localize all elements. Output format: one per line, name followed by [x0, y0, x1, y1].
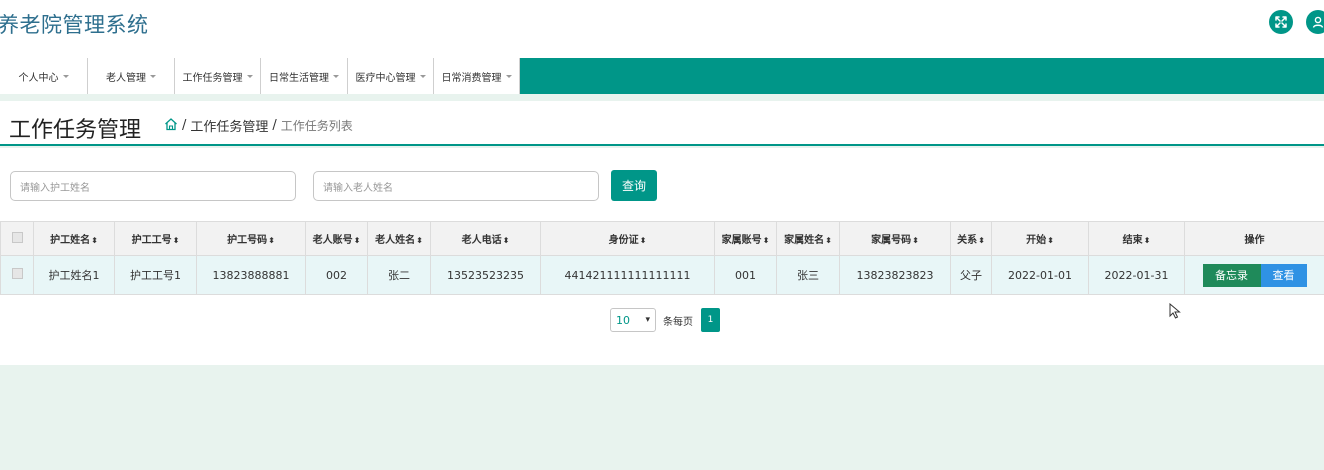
- nav-spacer: [0, 94, 1324, 101]
- column-header[interactable]: 护工工号⬍: [114, 221, 197, 256]
- chevron-down-icon: [333, 75, 339, 78]
- table-row[interactable]: 护工姓名1 护工工号1 13823888881 002 张二 135235232…: [0, 255, 1324, 295]
- user-icon[interactable]: [1306, 10, 1324, 34]
- nav-item-consumption[interactable]: 日常消费管理: [434, 58, 520, 94]
- app-title: 养老院管理系统: [0, 13, 149, 37]
- breadcrumb-separator: /: [182, 118, 187, 133]
- page-size-value: 10: [616, 313, 630, 327]
- column-header[interactable]: 老人账号⬍: [305, 221, 368, 256]
- breadcrumb-current: 工作任务列表: [280, 119, 353, 133]
- breadcrumb-section[interactable]: 工作任务管理: [190, 116, 268, 135]
- page-size-select[interactable]: 10 ▾: [610, 308, 656, 332]
- cell-family-phone: 13823823823: [839, 255, 951, 295]
- nurse-name-search-input[interactable]: 请输入护工姓名: [10, 171, 296, 201]
- column-header[interactable]: 家属账号⬍: [714, 221, 777, 256]
- column-header[interactable]: 开始⬍: [991, 221, 1089, 256]
- select-all-checkbox[interactable]: [0, 221, 34, 256]
- column-header[interactable]: 护工号码⬍: [196, 221, 306, 256]
- column-header[interactable]: 身份证⬍: [540, 221, 715, 256]
- nav-item-label: 日常消费管理: [441, 72, 502, 84]
- main-nav: 个人中心 老人管理 工作任务管理 日常生活管理 医疗中心管理 日常消费管理: [0, 58, 1324, 94]
- nav-item-personal-center[interactable]: 个人中心: [0, 58, 88, 94]
- nav-item-elder-management[interactable]: 老人管理: [88, 58, 175, 94]
- column-header[interactable]: 关系⬍: [950, 221, 992, 256]
- page-title: 工作任务管理: [9, 118, 142, 143]
- chevron-down-icon: [150, 75, 156, 78]
- cell-nurse-id: 护工工号1: [114, 255, 197, 295]
- app-header: 养老院管理系统: [0, 0, 1324, 58]
- task-table: 护工姓名⬍ 护工工号⬍ 护工号码⬍ 老人账号⬍ 老人姓名⬍ 老人电话⬍ 身份证⬍…: [0, 221, 1324, 295]
- page-header: 工作任务管理 / 工作任务管理 / 工作任务列表: [0, 101, 1324, 146]
- cell-family-account: 001: [714, 255, 777, 295]
- home-icon[interactable]: [164, 117, 178, 135]
- per-page-label: 条每页: [663, 316, 693, 328]
- nav-item-medical-center[interactable]: 医疗中心管理: [348, 58, 434, 94]
- nav-item-daily-life[interactable]: 日常生活管理: [261, 58, 348, 94]
- nav-item-label: 医疗中心管理: [355, 72, 416, 84]
- column-header[interactable]: 家属号码⬍: [839, 221, 951, 256]
- cell-relation: 父子: [950, 255, 992, 295]
- chevron-down-icon: [419, 75, 426, 78]
- breadcrumb: / 工作任务管理 / 工作任务列表: [164, 116, 353, 135]
- view-button[interactable]: 查看: [1260, 263, 1307, 287]
- cell-family-name: 张三: [776, 255, 840, 295]
- column-header[interactable]: 护工姓名⬍: [33, 221, 115, 256]
- elder-name-search-input[interactable]: 请输入老人姓名: [313, 171, 599, 201]
- column-header[interactable]: 老人电话⬍: [430, 221, 541, 256]
- mouse-cursor-icon: [1169, 302, 1181, 323]
- table-header-row: 护工姓名⬍ 护工工号⬍ 护工号码⬍ 老人账号⬍ 老人姓名⬍ 老人电话⬍ 身份证⬍…: [0, 221, 1324, 256]
- nav-item-label: 工作任务管理: [182, 72, 243, 84]
- cell-nurse-phone: 13823888881: [196, 255, 306, 295]
- cell-elder-account: 002: [305, 255, 368, 295]
- cell-actions: 备忘录 查看: [1184, 255, 1324, 295]
- chevron-down-icon: ▾: [645, 315, 650, 325]
- nav-item-task-management[interactable]: 工作任务管理: [175, 58, 261, 94]
- chevron-down-icon: [505, 75, 512, 78]
- chevron-down-icon: [62, 75, 69, 78]
- column-header[interactable]: 结束⬍: [1088, 221, 1185, 256]
- nav-item-label: 日常生活管理: [269, 72, 329, 84]
- column-header[interactable]: 家属姓名⬍: [776, 221, 840, 256]
- chevron-down-icon: [246, 75, 253, 78]
- cell-elder-phone: 13523523235: [430, 255, 541, 295]
- nav-item-label: 老人管理: [106, 72, 146, 84]
- breadcrumb-separator: /: [272, 118, 277, 133]
- page-footer-area: [0, 365, 1324, 470]
- fullscreen-icon[interactable]: [1269, 10, 1293, 34]
- nav-item-label: 个人中心: [18, 72, 59, 84]
- cell-start-date: 2022-01-01: [991, 255, 1089, 295]
- query-button[interactable]: 查询: [611, 170, 657, 201]
- pagination: 10 ▾ 条每页 1: [610, 308, 720, 332]
- memo-button[interactable]: 备忘录: [1202, 263, 1261, 287]
- cell-id-card: 441421111111111111: [540, 255, 715, 295]
- column-header[interactable]: 老人姓名⬍: [367, 221, 431, 256]
- content-panel: 请输入护工姓名 请输入老人姓名 查询 护工姓名⬍ 护工工号⬍ 护工号码⬍ 老人账…: [0, 148, 1324, 365]
- cell-nurse-name: 护工姓名1: [33, 255, 115, 295]
- page-number-button[interactable]: 1: [701, 308, 720, 332]
- cell-end-date: 2022-01-31: [1088, 255, 1185, 295]
- column-header-actions: 操作: [1184, 221, 1324, 256]
- row-checkbox[interactable]: [0, 255, 34, 295]
- cell-elder-name: 张二: [367, 255, 431, 295]
